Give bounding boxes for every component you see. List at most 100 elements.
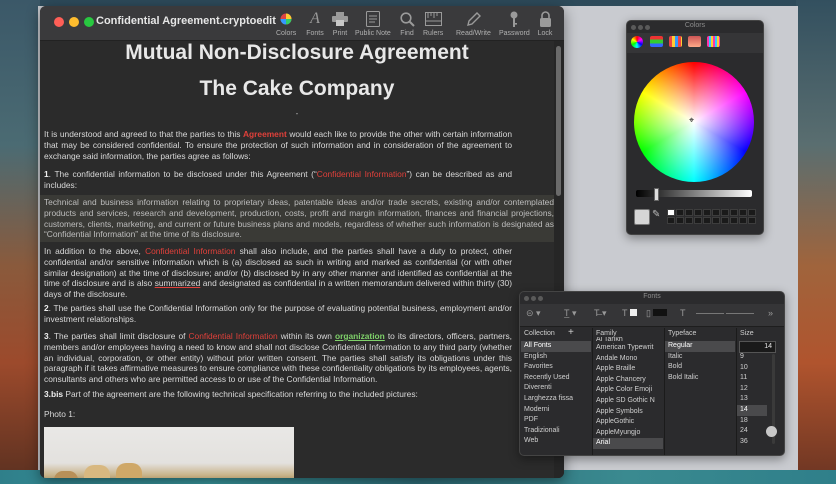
collection-item[interactable]: Larghezza fissa [521,394,591,405]
typeface-item[interactable]: Bold Italic [665,373,735,384]
toolbar-fonts-button[interactable]: A Fonts [306,10,324,37]
swatch[interactable] [730,209,738,216]
size-item[interactable]: 11 [737,373,767,384]
swatch[interactable] [703,217,711,224]
document-body[interactable]: Mutual Non-Disclosure Agreement The Cake… [40,41,554,478]
toolbar-password-button[interactable]: Password [499,10,530,37]
shadow-blur-slider[interactable] [726,313,754,314]
family-item[interactable]: Andale Mono [593,354,663,365]
close-window-button[interactable] [54,17,64,27]
size-item[interactable]: 13 [737,394,767,405]
size-item[interactable]: 9 [737,352,767,363]
swatch[interactable] [712,217,720,224]
family-item[interactable]: Apple Color Emoji [593,385,663,396]
action-menu-icon[interactable]: ⊝ ▾ [526,308,541,319]
collection-item[interactable]: Diverenti [521,383,591,394]
size-item[interactable]: 24 [737,426,767,437]
family-item[interactable]: Apple Chancery [593,375,663,386]
toolbar-public-note-button[interactable]: Public Note [355,10,391,37]
color-wheel-mode-icon[interactable] [631,36,643,48]
size-slider-knob[interactable] [766,426,777,437]
toolbar-find-button[interactable]: Find [398,10,416,37]
current-color-swatch[interactable] [634,209,650,225]
size-item[interactable]: 10 [737,363,767,374]
toolbar-lock-button[interactable]: Lock [536,10,554,37]
swatch[interactable] [748,217,756,224]
toolbar-print-button[interactable]: Print [331,10,349,37]
color-palettes-mode-icon[interactable] [669,36,682,47]
slider-handle[interactable] [654,188,659,201]
text-shadow-icon[interactable]: T [680,308,686,318]
family-item[interactable]: Arial [593,438,663,449]
panel-title: Fonts [643,293,661,300]
size-item[interactable]: 18 [737,416,767,427]
swatch[interactable] [694,217,702,224]
swatch[interactable] [667,217,675,224]
size-item[interactable]: 14 [737,404,767,416]
collection-item[interactable]: All Fonts [521,341,591,352]
toolbar-rulers-button[interactable]: Rulers [423,10,443,37]
zoom-window-button[interactable] [84,17,94,27]
swatch[interactable] [712,209,720,216]
add-collection-button[interactable]: + [568,327,574,338]
shadow-opacity-slider[interactable] [696,313,724,314]
eyedropper-icon[interactable]: ✎ [652,209,660,220]
color-sliders-mode-icon[interactable] [650,36,663,47]
swatch[interactable] [748,209,756,216]
desktop-wallpaper-left [0,0,40,484]
document-color-icon[interactable]: ▯ [646,308,668,319]
family-item[interactable]: AppleGothic [593,417,663,428]
collection-item[interactable]: English [521,352,591,363]
collection-item[interactable]: Moderni [521,405,591,416]
document-subheading: The Cake Company [199,77,395,100]
typeface-item[interactable]: Regular [665,341,735,352]
swatch[interactable] [721,209,729,216]
typeface-header: Typeface [668,330,697,337]
typeface-item[interactable]: Bold [665,362,735,373]
swatch[interactable] [685,217,693,224]
magnifier-icon [398,10,416,28]
swatch[interactable] [703,209,711,216]
strikethrough-menu-icon[interactable]: T̶ ▾ [594,308,607,319]
expand-icon[interactable]: » [768,308,773,318]
typeface-item[interactable]: Italic [665,352,735,363]
window-titlebar[interactable]: Confidential Agreement.cryptoedit Colors… [40,6,564,41]
swatch[interactable] [721,217,729,224]
swatch[interactable] [694,209,702,216]
embedded-photo[interactable] [44,427,294,478]
collection-item[interactable]: Tradizionali [521,426,591,437]
size-item[interactable]: 12 [737,384,767,395]
family-item[interactable]: Apple Braille [593,364,663,375]
family-item[interactable]: AppleMyungjo [593,428,663,439]
pencils-mode-icon[interactable] [707,36,720,47]
family-item[interactable]: American Typewrit [593,343,663,354]
family-item[interactable]: Apple Symbols [593,407,663,418]
swatch[interactable] [739,209,747,216]
collection-item[interactable]: Favorites [521,362,591,373]
scrollbar-thumb[interactable] [556,46,561,196]
toolbar-label: Public Note [355,30,391,37]
family-item[interactable]: Apple SD Gothic N [593,396,663,407]
note-icon [364,10,382,28]
color-mode-bar [627,33,763,53]
swatch[interactable] [667,209,675,216]
swatch[interactable] [739,217,747,224]
image-palettes-mode-icon[interactable] [688,36,701,47]
swatch[interactable] [730,217,738,224]
text-color-icon[interactable]: T [622,308,637,318]
swatch[interactable] [676,217,684,224]
swatch[interactable] [676,209,684,216]
minimize-window-button[interactable] [69,17,79,27]
collection-item[interactable]: Web [521,436,591,447]
toolbar-colors-button[interactable]: Colors [276,10,296,37]
collection-item[interactable]: PDF [521,415,591,426]
crosshair-icon: ⌖ [689,115,695,125]
swatch[interactable] [685,209,693,216]
editor-window: Confidential Agreement.cryptoedit Colors… [40,6,564,478]
highlighted-definition: Technical and business information relat… [40,195,554,243]
underline-menu-icon[interactable]: T̲ ▾ [564,308,577,319]
toolbar-read-write-button[interactable]: Read/Write [456,10,491,37]
size-item[interactable]: 36 [737,437,767,448]
collection-item[interactable]: Recently Used [521,373,591,384]
size-list: 9 10 11 12 13 14 18 24 36 [737,352,767,455]
